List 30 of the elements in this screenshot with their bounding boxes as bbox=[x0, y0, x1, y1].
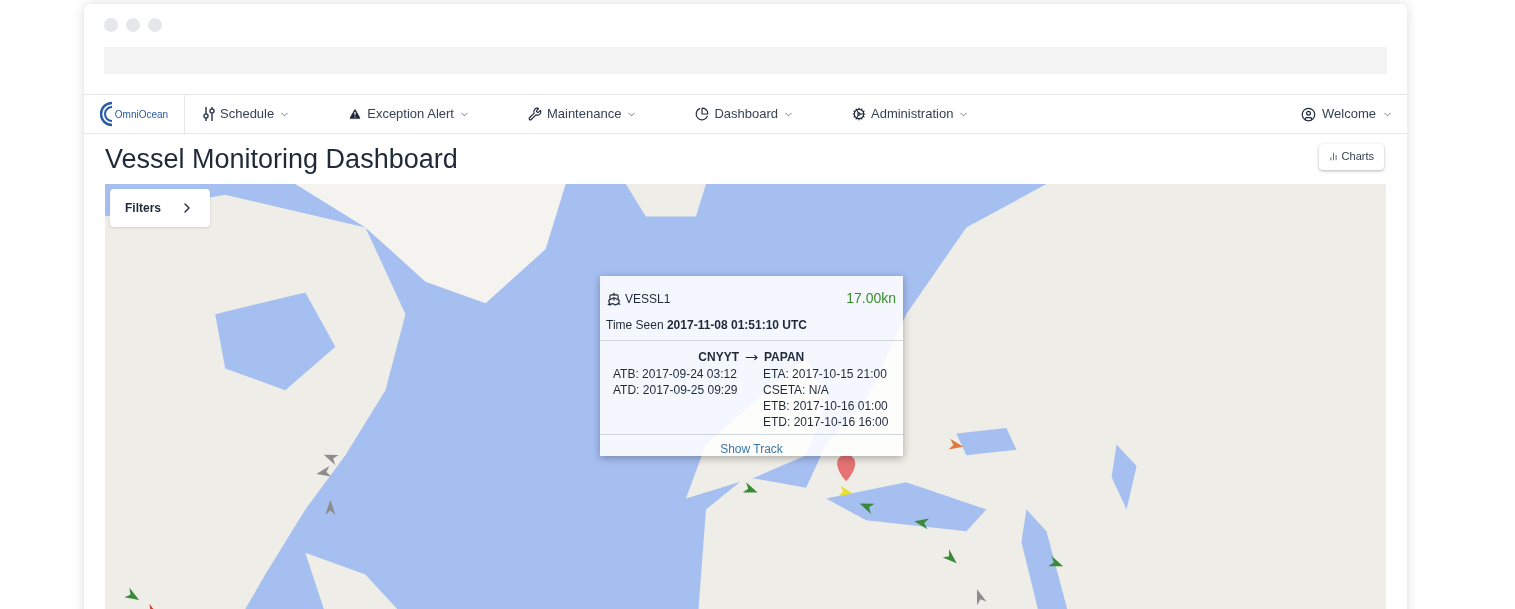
origin-port: CNYYT bbox=[698, 349, 739, 366]
omniocean-logo[interactable]: OmniOcean bbox=[84, 95, 185, 133]
gears-icon bbox=[852, 107, 866, 121]
nav-menu[interactable]: Dashboard bbox=[677, 95, 812, 133]
time-seen: Time Seen 2017-11-08 01:51:10 UTC bbox=[600, 309, 903, 341]
warning-icon bbox=[348, 107, 363, 121]
page-title: Vessel Monitoring Dashboard bbox=[105, 142, 458, 176]
charts-button[interactable]: Charts bbox=[1318, 143, 1384, 170]
vessel-speed: 17.00kn bbox=[846, 289, 896, 308]
nav-menu[interactable]: Administration bbox=[834, 95, 988, 133]
schedule-time: ATB: 2017-09-24 03:12 bbox=[613, 366, 738, 382]
nav-menu[interactable]: Maintenance bbox=[509, 95, 656, 133]
schedule-time: ATD: 2017-09-25 09:29 bbox=[613, 382, 739, 398]
schedule-time: ETD: 2017-10-16 16:00 bbox=[763, 414, 889, 430]
schedule-time: ETA: 2017-10-15 21:00 bbox=[763, 366, 888, 382]
nav-menu[interactable]: Schedule bbox=[185, 95, 309, 133]
sliders-icon bbox=[203, 107, 215, 121]
user-menu[interactable]: Welcome bbox=[1301, 104, 1393, 124]
destination-port: PAPAN bbox=[764, 349, 805, 366]
wrench-icon bbox=[527, 107, 542, 121]
nav-menu[interactable]: Exception Alert bbox=[330, 95, 488, 133]
schedule-time: CSETA: N/A bbox=[763, 382, 830, 398]
user-icon bbox=[1301, 106, 1317, 122]
bar-chart-icon bbox=[1328, 152, 1338, 161]
filters-button[interactable]: Filters bbox=[110, 189, 210, 227]
ship-icon bbox=[607, 291, 621, 306]
vessel-name: VESSL1 bbox=[625, 290, 671, 308]
schedule-time: ETB: 2017-10-16 01:00 bbox=[763, 398, 889, 414]
pie-chart-icon bbox=[695, 107, 710, 121]
show-track-link[interactable]: Show Track bbox=[720, 440, 783, 458]
